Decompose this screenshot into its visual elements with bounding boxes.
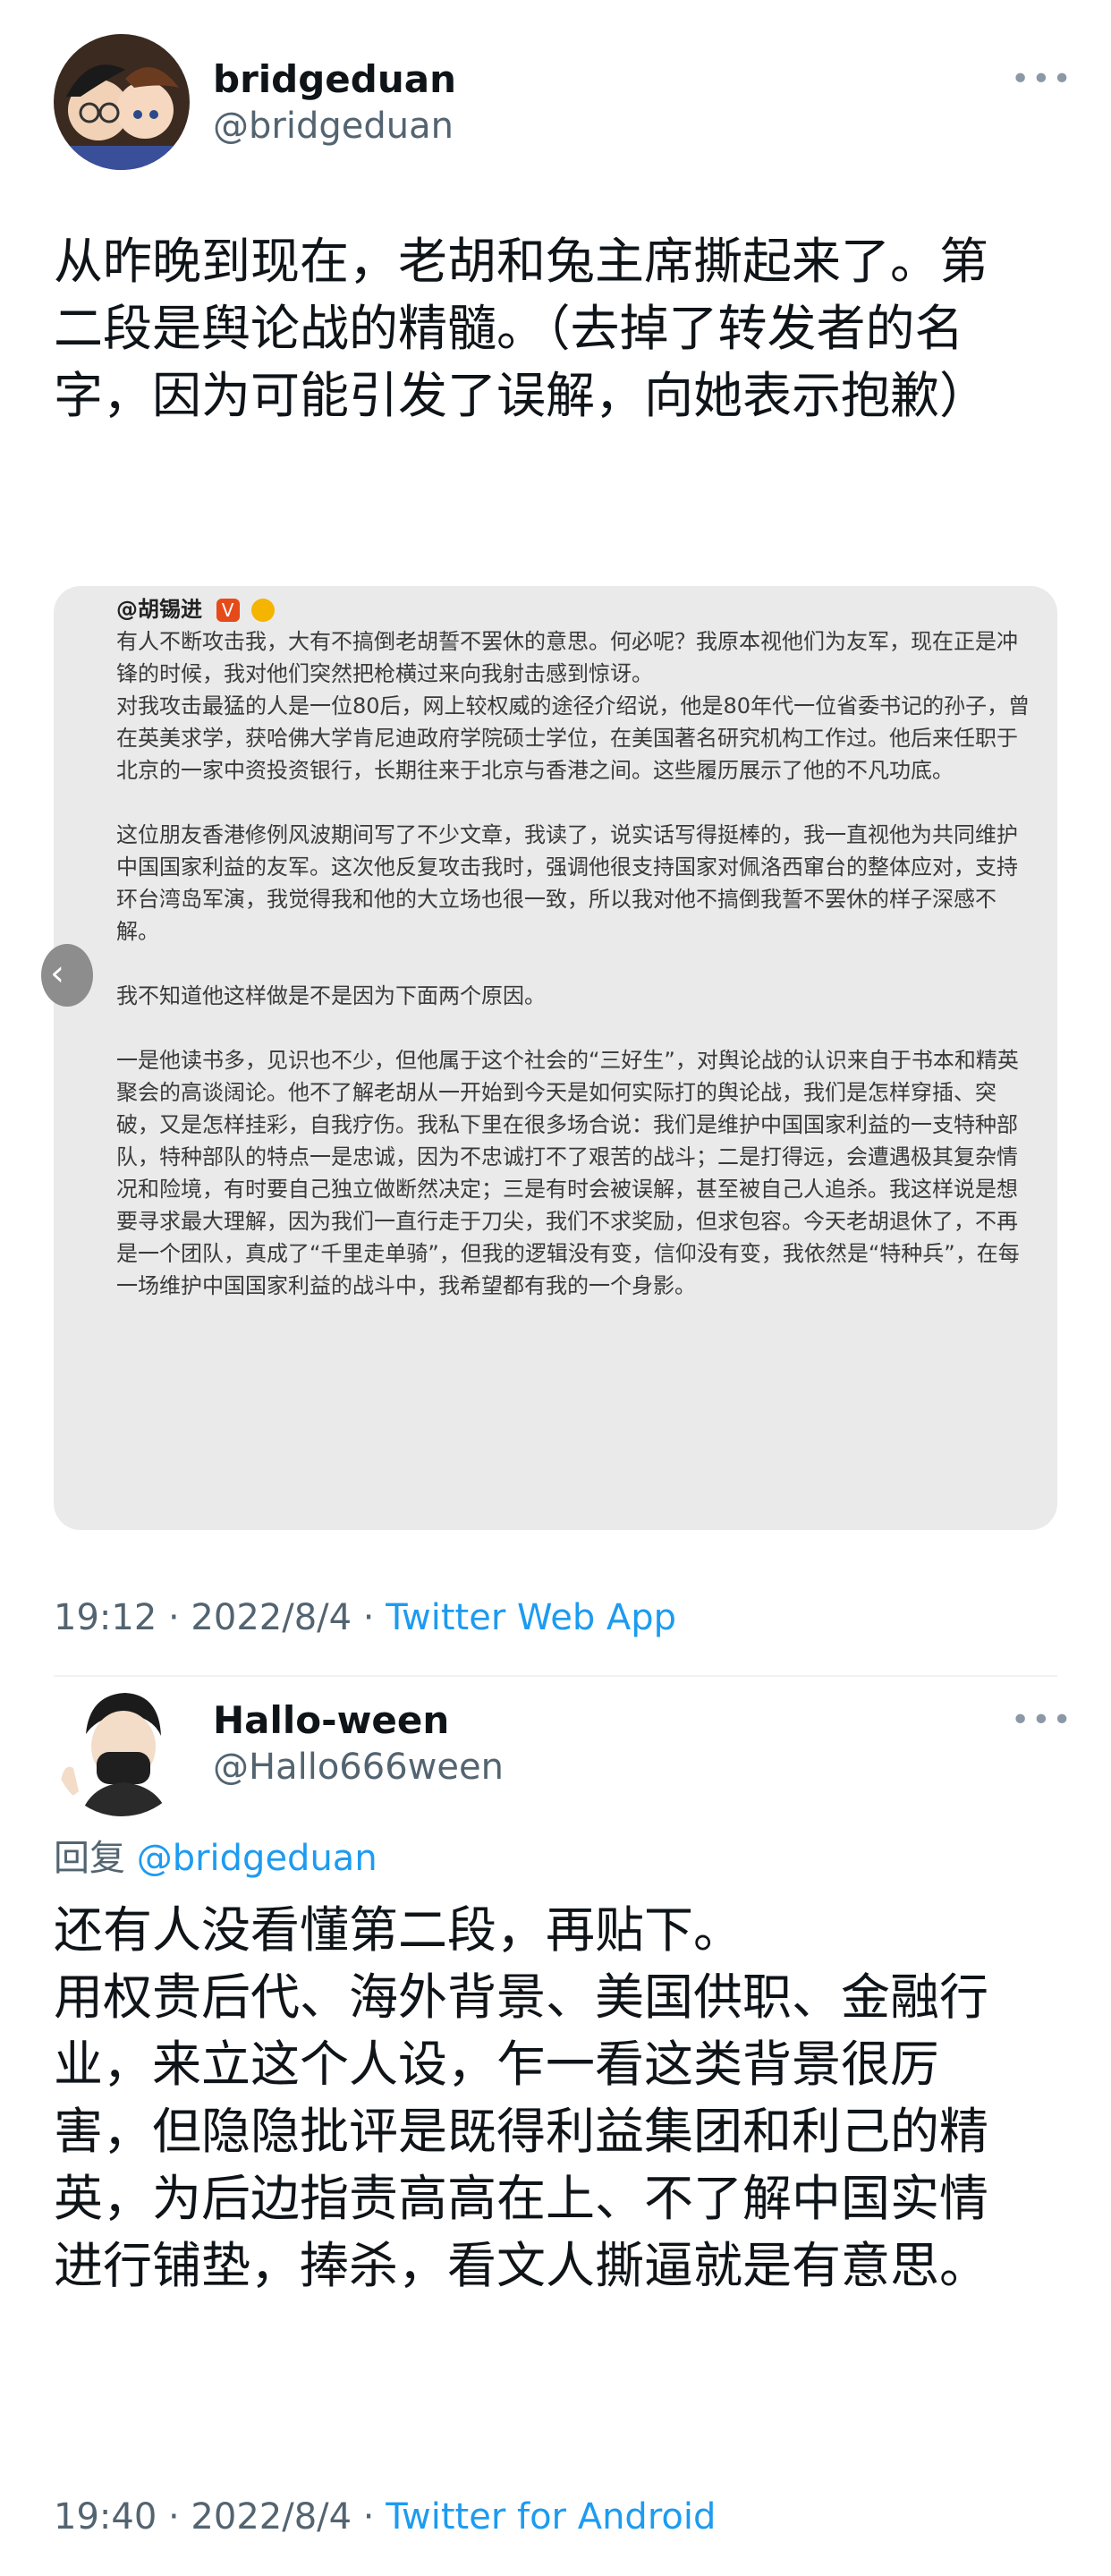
author-name[interactable]: Hallo-ween [213, 1698, 449, 1742]
tweet-text: 从昨晚到现在，老胡和兔主席撕起来了。第二段是舆论战的精髓。（去掉了转发者的名字，… [54, 233, 989, 424]
reply-line: 回复 @bridgeduan [54, 1829, 377, 1881]
author-handle[interactable]: @bridgeduan [213, 106, 454, 147]
tweet-meta: 19:12 · 2022/8/4 · Twitter Web App [54, 1597, 676, 1638]
tweet-timestamp[interactable]: 19:12 · 2022/8/4 · [54, 1597, 386, 1638]
author-handle[interactable]: @Hallo666ween [213, 1747, 504, 1788]
avatar-image [54, 34, 190, 170]
embed-paragraph: 对我攻击最猛的人是一位80后，网上较权威的途径介绍说，他是80年代一位省委书记的… [116, 693, 1030, 783]
embed-author: @胡锡进 [116, 597, 202, 622]
more-options-icon[interactable]: ••• [1011, 1702, 1073, 1739]
tweet-source-link[interactable]: Twitter Web App [386, 1597, 676, 1638]
tweet-media-image[interactable]: @胡锡进 V 有人不断攻击我，大有不搞倒老胡誓不罢休的意思。何必呢？我原本视他们… [54, 586, 1057, 1530]
embed-paragraph: 这位朋友香港修例风波期间写了不少文章，我读了，说实话写得挺棒的，我一直视他为共同… [116, 822, 1018, 944]
medal-icon [251, 599, 276, 622]
tweet-source-link[interactable]: Twitter for Android [386, 2496, 716, 2538]
embed-header: @胡锡进 V [116, 593, 1032, 625]
tweet-text: 还有人没看懂第二段，再贴下。 用权贵后代、海外背景、美国供职、金融行业，来立这个… [54, 1901, 989, 2294]
avatar-image [54, 1680, 190, 1816]
divider [54, 1675, 1057, 1677]
verified-badge-icon: V [216, 599, 240, 622]
embed-paragraph: 一是他读书多，见识也不少，但他属于这个社会的“三好生”，对舆论战的认识来自于书本… [116, 1048, 1020, 1298]
reply-to-link[interactable]: @bridgeduan [137, 1838, 377, 1879]
author-name[interactable]: bridgeduan [213, 57, 456, 101]
tweet-timestamp[interactable]: 19:40 · 2022/8/4 · [54, 2496, 386, 2538]
embed-paragraph: 我不知道他这样做是不是因为下面两个原因。 [116, 983, 546, 1008]
more-options-icon[interactable]: ••• [1011, 61, 1073, 98]
embed-paragraph: 有人不断攻击我，大有不搞倒老胡誓不罢休的意思。何必呢？我原本视他们为友军，现在正… [116, 629, 1018, 686]
tweet-meta: 19:40 · 2022/8/4 · Twitter for Android [54, 2496, 716, 2538]
reply-prefix: 回复 [54, 1838, 137, 1879]
chevron-left-icon[interactable]: ‹ [41, 944, 93, 1007]
avatar-bridgeduan[interactable] [54, 34, 190, 170]
avatar-hallo-ween[interactable] [54, 1680, 190, 1816]
